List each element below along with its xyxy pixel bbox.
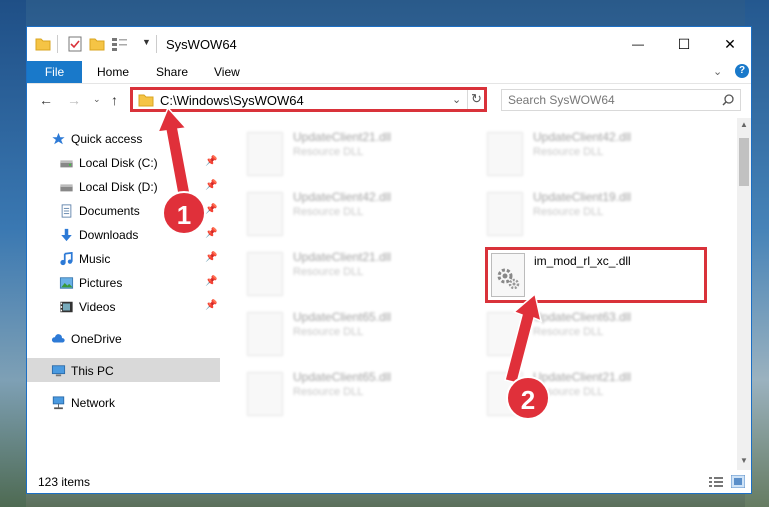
arrow-2	[504, 292, 543, 384]
arrow-1	[156, 106, 191, 197]
annotation-overlay	[156, 106, 543, 384]
step-2-badge: 2	[506, 376, 550, 420]
step-1-badge: 1	[162, 191, 206, 235]
